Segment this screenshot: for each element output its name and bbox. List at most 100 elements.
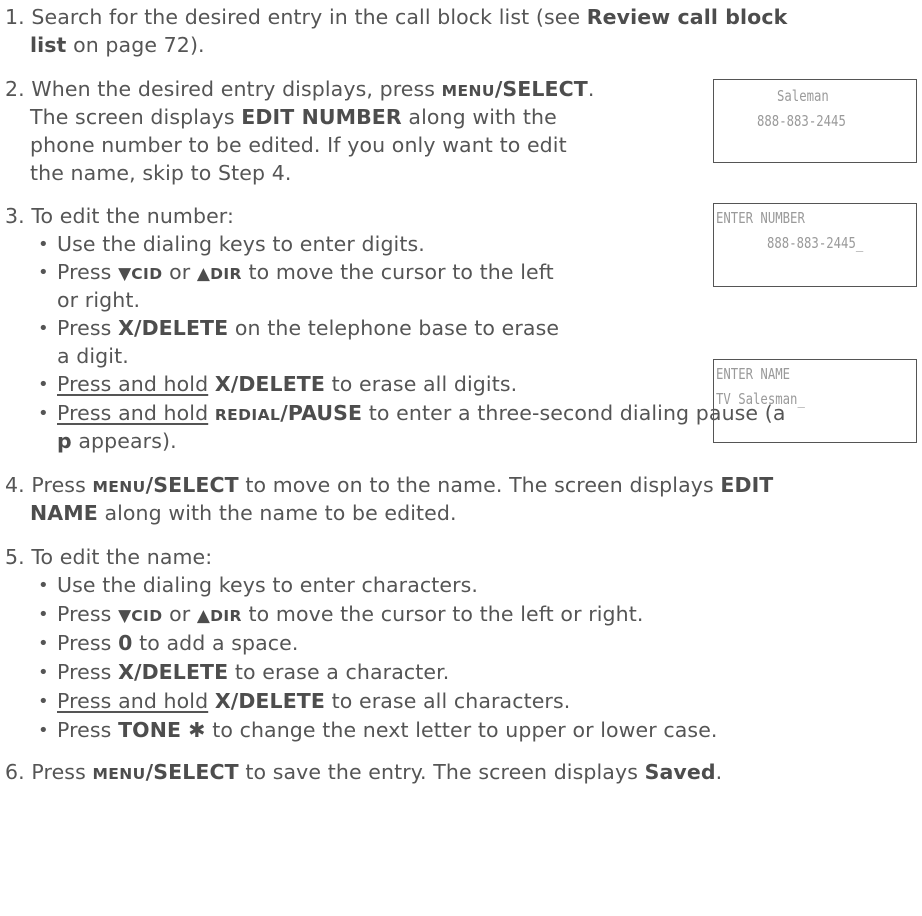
step-text bbox=[208, 372, 215, 396]
bullet-icon: • bbox=[38, 403, 49, 424]
step-text: Press bbox=[57, 718, 119, 742]
step-number: 6. bbox=[5, 760, 25, 784]
step-3-bullet-3: Press X/DELETE on the telephone base to … bbox=[57, 315, 559, 341]
step-text: Press bbox=[57, 631, 119, 655]
step-text: Press and hold bbox=[57, 689, 209, 713]
step-number: 5. bbox=[5, 545, 25, 569]
step-text: Press bbox=[57, 602, 119, 626]
pause-symbol: p bbox=[57, 429, 72, 453]
key-label: DIR bbox=[210, 265, 242, 283]
lcd-line-2: 888-883-2445 bbox=[757, 112, 846, 130]
step-text: or bbox=[162, 602, 197, 626]
step-text: or bbox=[162, 260, 197, 284]
bullet-icon: • bbox=[38, 318, 49, 339]
key-label: REDIAL bbox=[214, 406, 281, 424]
step-text: to erase a character. bbox=[228, 660, 450, 684]
key-label: /SELECT bbox=[145, 760, 239, 784]
step-4-cont: NAME along with the name to be edited. bbox=[30, 500, 457, 526]
step-text: to change the next letter to upper or lo… bbox=[205, 718, 718, 742]
step-number: 3. bbox=[5, 204, 25, 228]
step-3-bullet-4: Press and hold X/DELETE to erase all dig… bbox=[57, 371, 517, 397]
step-text: to erase all characters. bbox=[325, 689, 571, 713]
step-text: appears). bbox=[71, 429, 177, 453]
step-text: Press bbox=[57, 660, 119, 684]
step-3: 3. To edit the number: bbox=[5, 203, 234, 229]
up-arrow-icon: ▲ bbox=[196, 264, 211, 284]
bullet-icon: • bbox=[38, 691, 49, 712]
step-2-line-3: phone number to be edited. If you only w… bbox=[30, 133, 567, 157]
key-label: CID bbox=[131, 265, 163, 283]
screen-label: Saved bbox=[644, 760, 716, 784]
bullet-icon: • bbox=[38, 575, 49, 596]
step-6: 6. Press MENU/SELECT to save the entry. … bbox=[5, 759, 722, 787]
step-3-bullet-5-cont: p appears). bbox=[57, 428, 177, 454]
step-2: 2. When the desired entry displays, pres… bbox=[5, 76, 595, 104]
lcd-line-1: Saleman bbox=[777, 87, 829, 105]
step-text: on page 72). bbox=[66, 33, 205, 57]
step-2-line-2: The screen displays EDIT NUMBER along wi… bbox=[30, 104, 557, 130]
step-text: The screen displays bbox=[30, 105, 242, 129]
key-label: X/DELETE bbox=[214, 372, 325, 396]
key-label: CID bbox=[131, 607, 163, 625]
step-3-bullet-1: Use the dialing keys to enter digits. bbox=[57, 232, 425, 256]
step-text: along with the name to be edited. bbox=[97, 501, 457, 525]
step-5-bullet-6: Press TONE ✱ to change the next letter t… bbox=[57, 717, 718, 743]
bullet-icon: • bbox=[38, 662, 49, 683]
step-1-cont: list on page 72). bbox=[30, 32, 205, 58]
lcd-line-2: 888-883-2445_ bbox=[767, 234, 864, 252]
step-text: Press bbox=[57, 316, 119, 340]
star-key-icon: ✱ bbox=[188, 718, 206, 742]
step-text: When the desired entry displays, press bbox=[31, 77, 442, 101]
lcd-line-1: ENTER NUMBER bbox=[716, 209, 805, 227]
screen-label: EDIT bbox=[720, 473, 774, 497]
link-review-call-block[interactable]: Review call block bbox=[587, 5, 788, 29]
step-text: along with the bbox=[401, 105, 557, 129]
step-number: 2. bbox=[5, 77, 25, 101]
down-arrow-icon: ▼ bbox=[118, 264, 132, 284]
lcd-screen-enter-number: ENTER NUMBER 888-883-2445_ bbox=[713, 203, 917, 287]
step-5-bullet-5: Press and hold X/DELETE to erase all cha… bbox=[57, 688, 570, 714]
step-5-bullet-4: Press X/DELETE to erase a character. bbox=[57, 659, 449, 685]
step-text: To edit the name: bbox=[31, 545, 213, 569]
bullet-icon: • bbox=[38, 633, 49, 654]
step-text: Search for the desired entry in the call… bbox=[31, 5, 587, 29]
key-label: /PAUSE bbox=[280, 401, 363, 425]
step-text bbox=[208, 689, 215, 713]
key-label: MENU bbox=[92, 765, 146, 783]
step-5-bullet-3: Press 0 to add a space. bbox=[57, 630, 299, 656]
key-label: /SELECT bbox=[494, 77, 588, 101]
step-5-bullet-1: Use the dialing keys to enter characters… bbox=[57, 573, 478, 597]
step-text: to move the cursor to the left or right. bbox=[241, 602, 644, 626]
step-3-bullet-3-cont: a digit. bbox=[57, 344, 129, 368]
step-text bbox=[208, 401, 215, 425]
lcd-screen-enter-name: ENTER NAME TV Salesman_ bbox=[713, 359, 917, 443]
bullet-icon: • bbox=[38, 720, 49, 741]
step-1: 1. Search for the desired entry in the c… bbox=[5, 4, 787, 30]
step-text: . bbox=[715, 760, 723, 784]
step-3-bullet-2: Press ▼CID or ▲DIR to move the cursor to… bbox=[57, 259, 554, 287]
key-label: 0 bbox=[118, 631, 133, 655]
step-text: on the telephone base to erase bbox=[228, 316, 560, 340]
key-label: MENU bbox=[441, 82, 495, 100]
down-arrow-icon: ▼ bbox=[118, 606, 132, 626]
lcd-line-2: TV Salesman_ bbox=[716, 390, 805, 408]
key-label: /SELECT bbox=[145, 473, 239, 497]
bullet-icon: • bbox=[38, 374, 49, 395]
step-text: to add a space. bbox=[132, 631, 299, 655]
step-3-bullet-2-cont: or right. bbox=[57, 288, 141, 312]
step-text: . bbox=[587, 77, 595, 101]
key-label: X/DELETE bbox=[214, 689, 325, 713]
step-number: 1. bbox=[5, 5, 25, 29]
screen-label: EDIT NUMBER bbox=[241, 105, 402, 129]
key-label: X/DELETE bbox=[118, 660, 229, 684]
step-number: 4. bbox=[5, 473, 25, 497]
step-text: to save the entry. The screen displays bbox=[238, 760, 645, 784]
link-review-call-block-cont[interactable]: list bbox=[30, 33, 66, 57]
step-3-bullet-5: Press and hold REDIAL/PAUSE to enter a t… bbox=[57, 400, 786, 428]
up-arrow-icon: ▲ bbox=[196, 606, 211, 626]
step-text: to move on to the name. The screen displ… bbox=[238, 473, 721, 497]
screen-label: NAME bbox=[30, 501, 98, 525]
step-text: Press bbox=[57, 260, 119, 284]
step-5-bullet-2: Press ▼CID or ▲DIR to move the cursor to… bbox=[57, 601, 644, 629]
step-4: 4. Press MENU/SELECT to move on to the n… bbox=[5, 472, 773, 500]
